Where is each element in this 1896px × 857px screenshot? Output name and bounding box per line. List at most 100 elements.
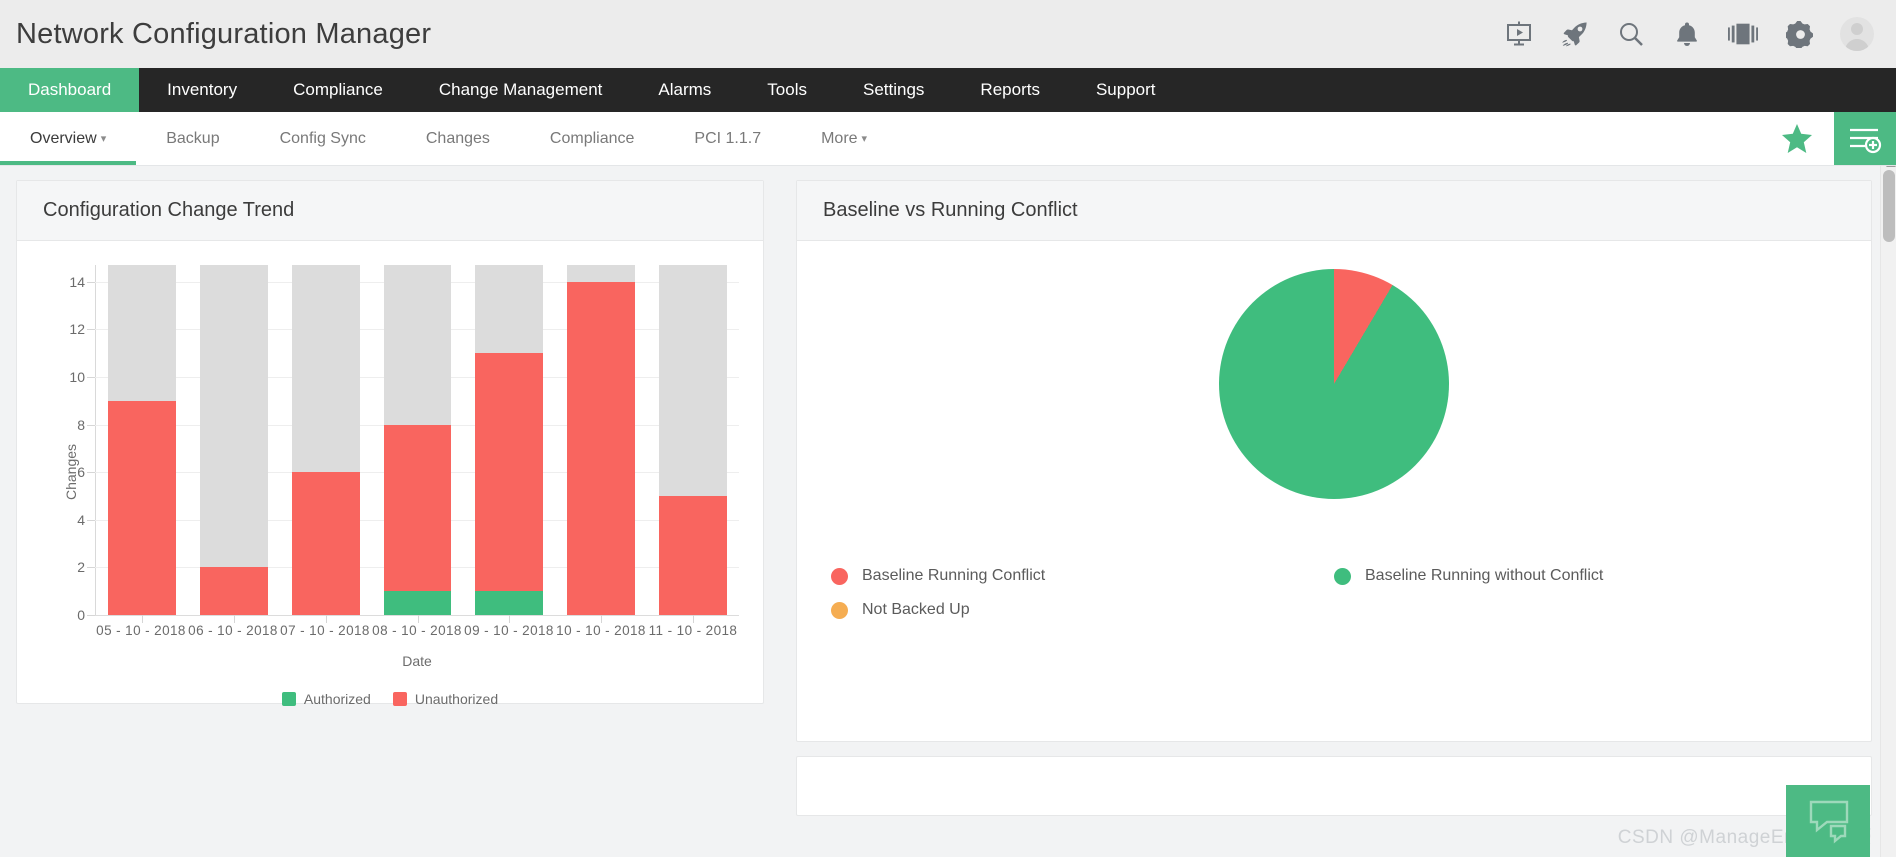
bar-chart-legend: Authorized Unauthorized [17, 691, 763, 707]
bar-stack[interactable] [292, 265, 360, 615]
bar-stack[interactable] [384, 265, 452, 615]
bar-segment-unauthorized[interactable] [292, 472, 360, 615]
bar-group[interactable] [372, 265, 464, 615]
nav-item-tools[interactable]: Tools [739, 68, 835, 112]
scroll-up-arrow-icon[interactable] [1886, 166, 1896, 167]
bar-group[interactable] [96, 265, 188, 615]
legend-item[interactable]: Unauthorized [393, 691, 498, 707]
legend-item[interactable]: Authorized [282, 691, 371, 707]
gear-icon[interactable] [1784, 19, 1814, 49]
nav-item-inventory[interactable]: Inventory [139, 68, 265, 112]
slides-icon[interactable] [1728, 19, 1758, 49]
pie-chart-legend: Baseline Running Conflict Baseline Runnin… [797, 559, 1871, 627]
bar-stack[interactable] [108, 265, 176, 615]
nav-item-reports[interactable]: Reports [952, 68, 1068, 112]
y-tick-label: 6 [77, 464, 85, 480]
y-tick-label: 8 [77, 417, 85, 433]
bar-segment-remaining[interactable] [475, 265, 543, 353]
bar-group[interactable] [188, 265, 280, 615]
search-icon[interactable] [1616, 19, 1646, 49]
bar-segment-unauthorized[interactable] [200, 567, 268, 615]
subnav-item-more[interactable]: More ▾ [791, 112, 897, 165]
subnav-label-overview: Overview [30, 130, 97, 148]
legend-label: Authorized [304, 691, 371, 707]
bar-segment-remaining[interactable] [200, 265, 268, 567]
subnav-item-overview[interactable]: Overview ▾ [0, 112, 136, 165]
bar-group[interactable] [647, 265, 739, 615]
bar-group[interactable] [280, 265, 372, 615]
app-title: Network Configuration Manager [16, 18, 431, 51]
y-tick-mark [87, 425, 95, 426]
bar-segment-unauthorized[interactable] [108, 401, 176, 615]
bar-stack[interactable] [475, 265, 543, 615]
bar-chart-plot-area: 02468101214 [95, 265, 739, 615]
nav-item-dashboard[interactable]: Dashboard [0, 68, 139, 112]
bar-segment-remaining[interactable] [384, 265, 452, 425]
y-tick-mark [87, 567, 95, 568]
y-tick-mark [87, 282, 95, 283]
bar-group[interactable] [463, 265, 555, 615]
nav-item-alarms[interactable]: Alarms [630, 68, 739, 112]
add-widget-button[interactable] [1834, 112, 1896, 165]
subnav-item-compliance[interactable]: Compliance [520, 112, 664, 165]
legend-label: Unauthorized [415, 691, 498, 707]
pie-chart-graphic[interactable] [1219, 269, 1449, 499]
card-header: Baseline vs Running Conflict [797, 181, 1871, 241]
presentation-icon[interactable] [1504, 19, 1534, 49]
nav-item-change-management[interactable]: Change Management [411, 68, 631, 112]
subnav-label-more: More [821, 130, 857, 148]
y-tick-mark [87, 520, 95, 521]
favorite-star-icon[interactable] [1760, 112, 1834, 165]
x-tick-mark [693, 615, 694, 623]
bar-segment-authorized[interactable] [475, 591, 543, 615]
pie-legend-label: Baseline Running without Conflict [1365, 567, 1603, 585]
subnav-item-pci[interactable]: PCI 1.1.7 [664, 112, 791, 165]
bar-segment-authorized[interactable] [384, 591, 452, 615]
legend-dot [831, 602, 848, 619]
x-tick-label: 09 - 10 - 2018 [463, 623, 555, 638]
bar-segment-remaining[interactable] [659, 265, 727, 496]
pie-chart: Baseline Running Conflict Baseline Runnin… [797, 241, 1871, 741]
bar-group[interactable] [555, 265, 647, 615]
bar-stack[interactable] [200, 265, 268, 615]
bell-icon[interactable] [1672, 19, 1702, 49]
bar-segment-unauthorized[interactable] [567, 282, 635, 615]
subnav-item-backup[interactable]: Backup [136, 112, 249, 165]
bar-segment-unauthorized[interactable] [384, 425, 452, 592]
nav-item-support[interactable]: Support [1068, 68, 1184, 112]
bar-stack[interactable] [567, 265, 635, 615]
legend-dot [831, 568, 848, 585]
left-column: Configuration Change Trend Changes 02468… [16, 180, 764, 857]
bar-segment-unauthorized[interactable] [659, 496, 727, 615]
card-baseline-vs-running-conflict: Baseline vs Running Conflict Baseline Ru… [796, 180, 1872, 742]
subnav-item-config-sync[interactable]: Config Sync [250, 112, 396, 165]
legend-swatch [393, 692, 407, 706]
bar-segment-remaining[interactable] [292, 265, 360, 472]
x-tick-label: 10 - 10 - 2018 [555, 623, 647, 638]
pie-legend-item[interactable]: Baseline Running Conflict [831, 559, 1334, 593]
scrollbar-thumb[interactable] [1883, 170, 1895, 242]
x-tick-label: 07 - 10 - 2018 [279, 623, 371, 638]
bar-segment-remaining[interactable] [567, 265, 635, 282]
pie-legend-item[interactable]: Not Backed Up [831, 593, 1334, 627]
bar-stack[interactable] [659, 265, 727, 615]
x-tick-mark [142, 615, 143, 623]
bar-chart-x-tick-labels: 05 - 10 - 201806 - 10 - 201807 - 10 - 20… [95, 623, 739, 638]
bar-segment-remaining[interactable] [108, 265, 176, 401]
y-tick-label: 4 [77, 512, 85, 528]
vertical-scrollbar[interactable] [1880, 166, 1896, 857]
x-tick-label: 08 - 10 - 2018 [371, 623, 463, 638]
chat-widget[interactable] [1786, 785, 1870, 857]
card-title-change-trend: Configuration Change Trend [43, 199, 294, 222]
bar-segment-unauthorized[interactable] [475, 353, 543, 591]
subnav-item-changes[interactable]: Changes [396, 112, 520, 165]
avatar-icon[interactable] [1840, 17, 1874, 51]
y-tick-label: 12 [69, 321, 85, 337]
chevron-down-icon: ▾ [101, 132, 107, 145]
pie-legend-item[interactable]: Baseline Running without Conflict [1334, 559, 1837, 593]
dashboard-content: Configuration Change Trend Changes 02468… [0, 166, 1896, 857]
rocket-icon[interactable] [1560, 19, 1590, 49]
nav-item-compliance[interactable]: Compliance [265, 68, 411, 112]
bar-chart-x-axis-label: Date [95, 653, 739, 669]
nav-item-settings[interactable]: Settings [835, 68, 952, 112]
